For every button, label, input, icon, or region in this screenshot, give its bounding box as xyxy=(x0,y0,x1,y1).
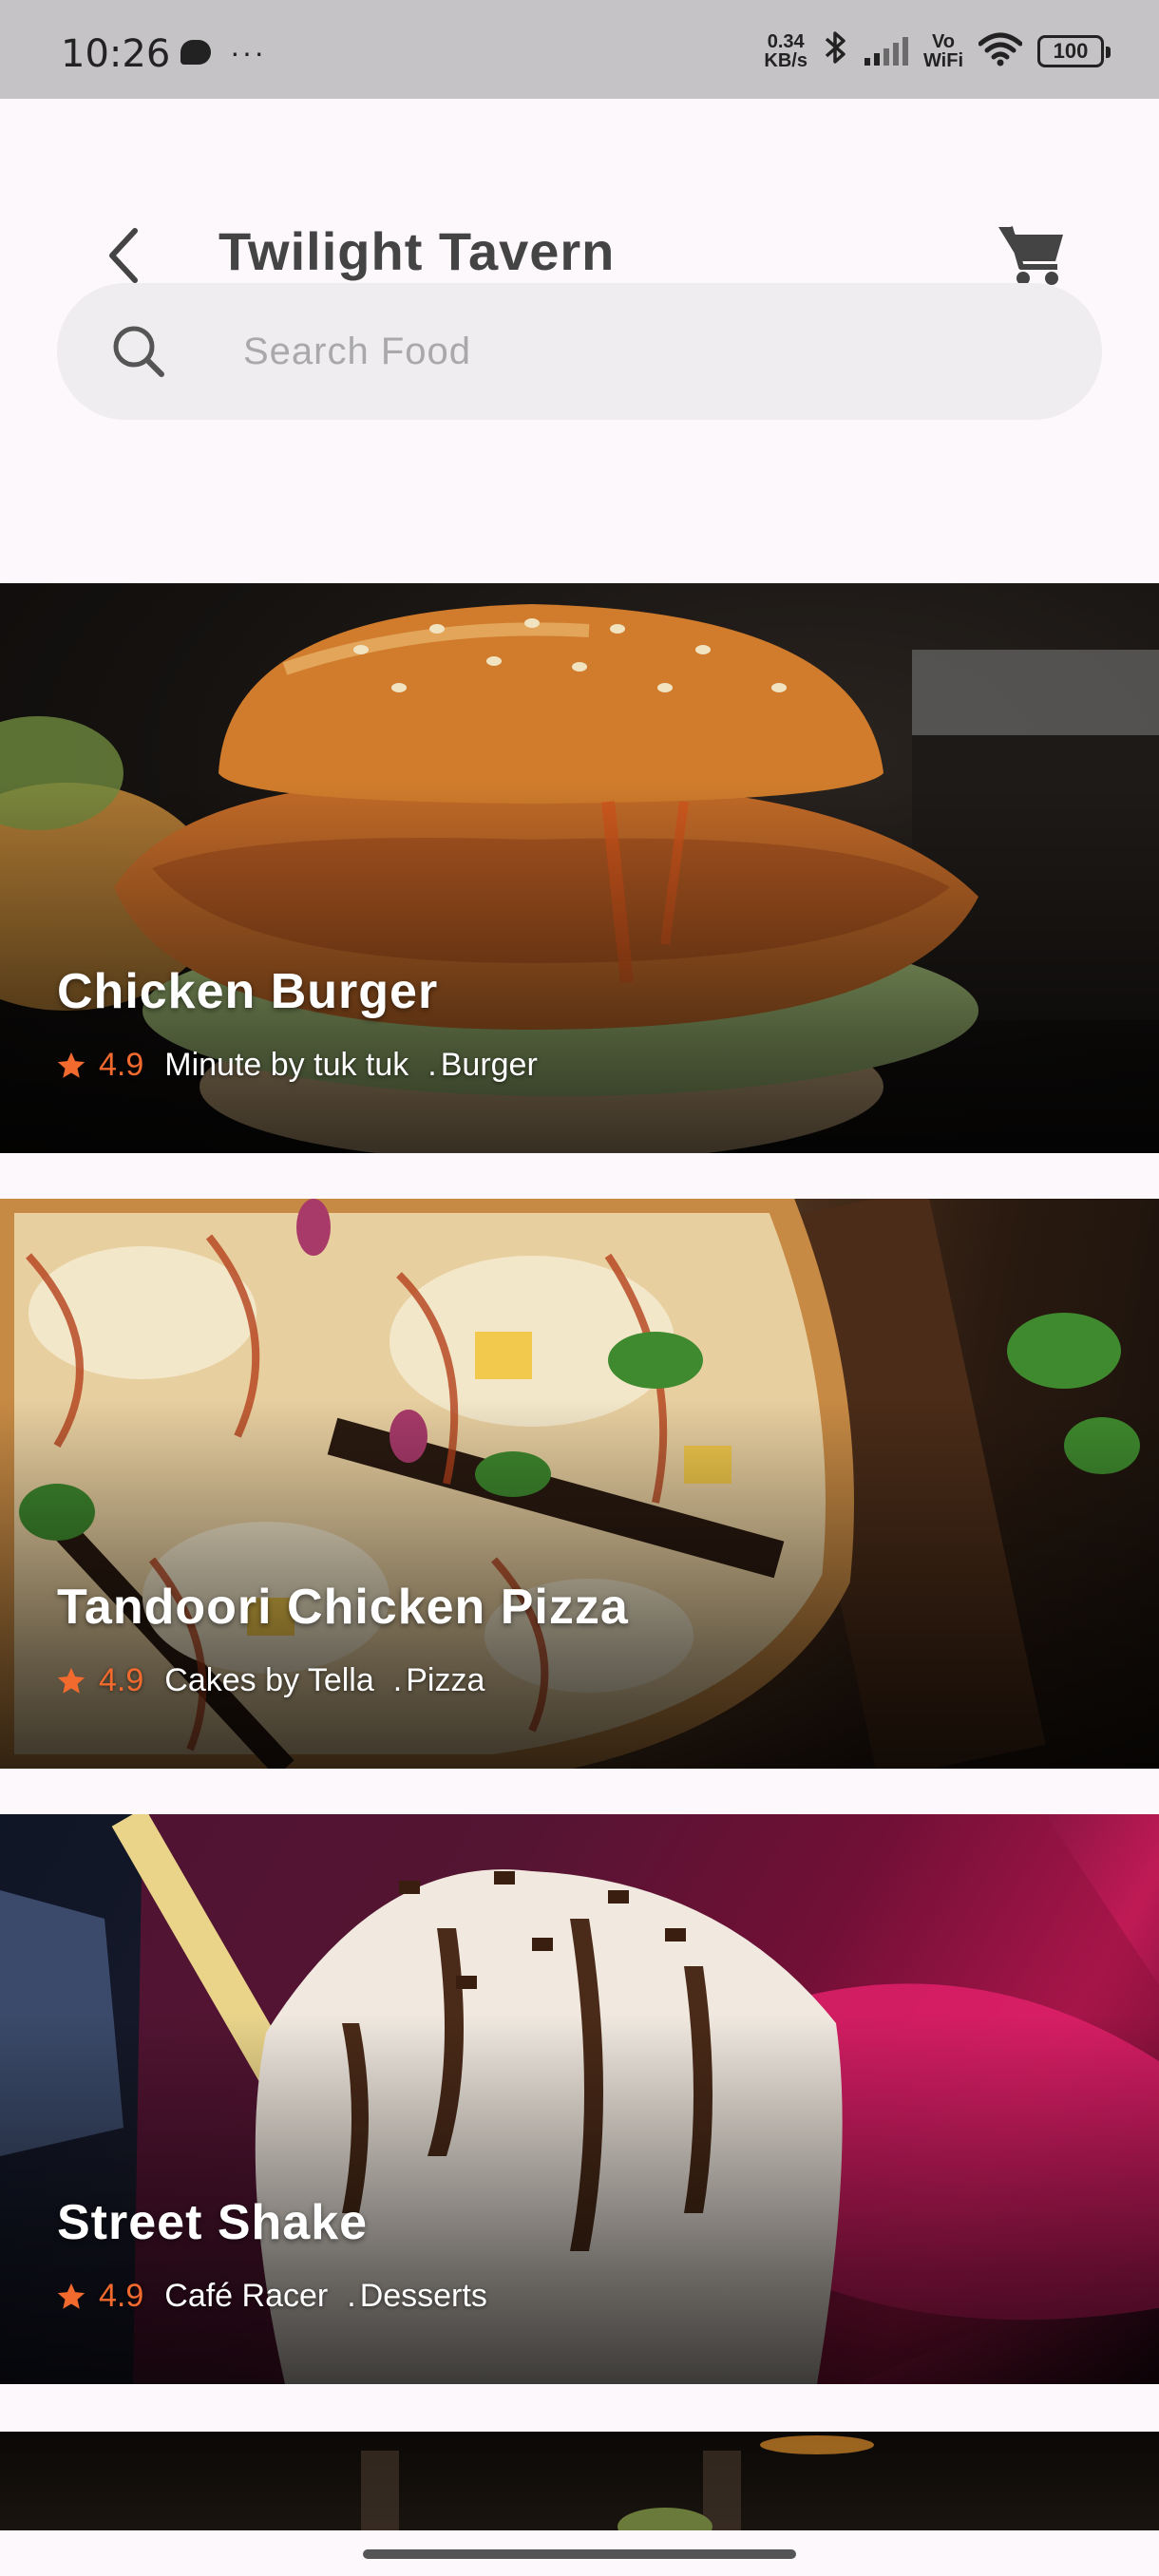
vowifi-indicator: Vo WiFi xyxy=(923,32,963,70)
category-separator: . xyxy=(392,1662,403,1698)
food-name: Tandoori Chicken Pizza xyxy=(57,1580,629,1635)
status-indicators: 0.34 KB/s Vo WiFi 100 xyxy=(764,28,1111,75)
back-button[interactable] xyxy=(95,222,152,289)
message-icon xyxy=(180,40,211,65)
network-speed: 0.34 KB/s xyxy=(764,32,808,70)
cart-icon xyxy=(998,226,1063,285)
network-speed-value: 0.34 xyxy=(767,31,805,52)
status-time: 10:26 xyxy=(61,32,171,76)
more-dots-icon: ··· xyxy=(230,35,266,69)
network-speed-unit: KB/s xyxy=(764,50,808,71)
food-card[interactable]: Tandoori Chicken Pizza 4.9 Cakes by Tell… xyxy=(0,1199,1159,1769)
page-title: Twilight Tavern xyxy=(218,221,616,281)
star-icon xyxy=(57,1051,86,1078)
food-meta: 4.9 Minute by tuk tuk . Burger xyxy=(55,1047,538,1084)
food-name: Street Shake xyxy=(57,2195,369,2250)
food-rating: 4.9 xyxy=(99,1047,144,1083)
category-separator: . xyxy=(428,1047,437,1083)
restaurant-name: Minute by tuk tuk xyxy=(164,1047,409,1083)
search-bar[interactable] xyxy=(57,283,1102,420)
home-indicator[interactable] xyxy=(363,2549,796,2559)
food-rating: 4.9 xyxy=(99,2278,144,2314)
search-icon xyxy=(113,326,164,377)
cart-button[interactable] xyxy=(994,217,1070,293)
battery-level: 100 xyxy=(1053,39,1089,63)
signal-icon xyxy=(864,37,908,66)
star-icon xyxy=(57,1667,86,1694)
status-bar: 10:26 ··· 0.34 KB/s Vo WiFi 100 xyxy=(0,0,1159,99)
food-card[interactable]: Chicken Burger 4.9 Minute by tuk tuk . B… xyxy=(0,583,1159,1153)
food-card[interactable]: Street Shake 4.9 Café Racer . Desserts xyxy=(0,1814,1159,2384)
vowifi-top: Vo xyxy=(931,31,956,52)
restaurant-name: Cakes by Tella xyxy=(164,1662,374,1698)
food-card-partial[interactable] xyxy=(0,2432,1159,2530)
food-meta: 4.9 Café Racer . Desserts xyxy=(55,2278,487,2315)
food-category: Burger xyxy=(440,1047,538,1083)
search-input[interactable] xyxy=(243,283,1060,420)
category-separator: . xyxy=(347,2278,356,2314)
food-category: Pizza xyxy=(406,1662,485,1698)
battery-icon: 100 xyxy=(1037,35,1111,67)
restaurant-name: Café Racer xyxy=(164,2278,329,2314)
food-category: Desserts xyxy=(359,2278,487,2314)
wifi-icon xyxy=(978,32,1023,71)
status-notifications: ··· xyxy=(180,35,266,69)
bluetooth-icon xyxy=(823,28,849,75)
food-meta: 4.9 Cakes by Tella . Pizza xyxy=(55,1662,484,1699)
food-rating: 4.9 xyxy=(99,1662,144,1698)
food-name: Chicken Burger xyxy=(57,964,439,1019)
vowifi-bottom: WiFi xyxy=(922,50,963,71)
chevron-left-icon xyxy=(109,228,138,283)
star-icon xyxy=(57,2282,86,2309)
